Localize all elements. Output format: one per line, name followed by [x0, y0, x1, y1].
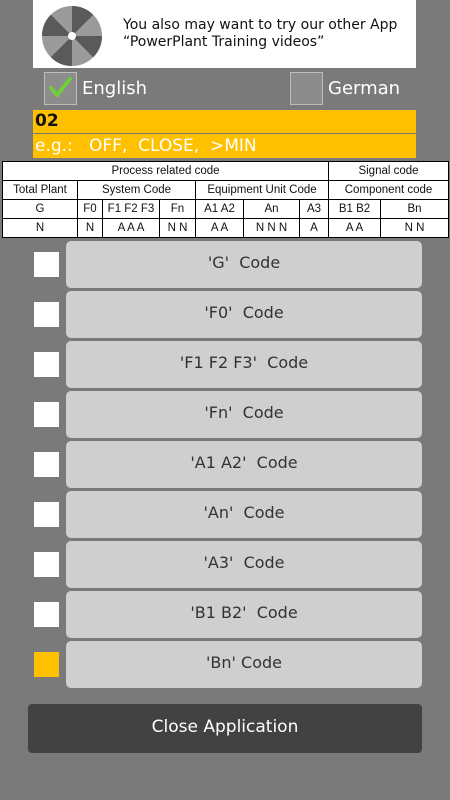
film-reel-icon: [42, 6, 102, 66]
b1b2-code-button[interactable]: 'B1 B2' Code: [66, 591, 422, 638]
type-cell: N N: [379, 218, 450, 238]
f0-code-button[interactable]: 'F0' Code: [66, 291, 422, 338]
letter-cell: Bn: [379, 199, 450, 219]
type-cell: A: [299, 218, 329, 238]
letter-cell: F0: [77, 199, 103, 219]
english-checkbox[interactable]: [44, 72, 77, 105]
letter-cell: A1 A2: [195, 199, 244, 219]
signal-code-header: Signal code: [327, 161, 450, 181]
code-option-f1f2f3: 'F1 F2 F3' Code: [0, 341, 450, 388]
kks-structure-table: Process related code Signal code Total P…: [2, 161, 450, 238]
b1b2-code-checkbox[interactable]: [34, 602, 59, 627]
letter-cell: G: [2, 199, 78, 219]
letter-cell: An: [243, 199, 300, 219]
type-cell: A A A: [102, 218, 160, 238]
close-application-button[interactable]: Close Application: [28, 704, 422, 753]
letter-cell: B1 B2: [328, 199, 381, 219]
equipment-code-header: Equipment Unit Code: [195, 180, 329, 200]
type-cell: A A: [328, 218, 381, 238]
letter-cell: A3: [299, 199, 329, 219]
a1a2-code-checkbox[interactable]: [34, 452, 59, 477]
promo-banner[interactable]: You also may want to try our other App “…: [33, 0, 416, 68]
letter-cell: Fn: [159, 199, 196, 219]
code-option-bn: 'Bn' Code: [0, 641, 450, 688]
checkmark-icon: [49, 77, 72, 97]
g-code-checkbox[interactable]: [34, 252, 59, 277]
code-option-an: 'An' Code: [0, 491, 450, 538]
f0-code-checkbox[interactable]: [34, 302, 59, 327]
an-code-button[interactable]: 'An' Code: [66, 491, 422, 538]
code-option-a3: 'A3' Code: [0, 541, 450, 588]
a3-code-checkbox[interactable]: [34, 552, 59, 577]
banner-line-2: “PowerPlant Training videos”: [123, 34, 325, 50]
code-option-fn: 'Fn' Code: [0, 391, 450, 438]
an-code-checkbox[interactable]: [34, 502, 59, 527]
component-code-header: Component code: [327, 180, 450, 200]
f1f2f3-code-button[interactable]: 'F1 F2 F3' Code: [66, 341, 422, 388]
language-english-option[interactable]: English: [44, 72, 204, 107]
a1a2-code-button[interactable]: 'A1 A2' Code: [66, 441, 422, 488]
type-cell: N: [2, 218, 78, 238]
f1f2f3-code-checkbox[interactable]: [34, 352, 59, 377]
fn-code-checkbox[interactable]: [34, 402, 59, 427]
process-related-header: Process related code: [2, 161, 329, 181]
bn-code-button[interactable]: 'Bn' Code: [66, 641, 422, 688]
code-value-display: 02: [33, 110, 416, 133]
a3-code-button[interactable]: 'A3' Code: [66, 541, 422, 588]
code-option-a1a2: 'A1 A2' Code: [0, 441, 450, 488]
german-label: German: [328, 78, 401, 99]
type-cell: A A: [195, 218, 244, 238]
type-cell: N: [77, 218, 103, 238]
type-cell: N N N: [243, 218, 300, 238]
banner-text: You also may want to try our other App “…: [123, 17, 397, 51]
english-label: English: [82, 78, 147, 99]
code-option-f0: 'F0' Code: [0, 291, 450, 338]
example-text: e.g.: OFF, CLOSE, >MIN: [33, 134, 416, 158]
code-option-b1b2: 'B1 B2' Code: [0, 591, 450, 638]
system-code-header: System Code: [77, 180, 196, 200]
code-option-g: 'G' Code: [0, 241, 450, 288]
german-checkbox[interactable]: [290, 72, 323, 105]
letter-cell: F1 F2 F3: [102, 199, 160, 219]
total-plant-header: Total Plant: [2, 180, 78, 200]
fn-code-button[interactable]: 'Fn' Code: [66, 391, 422, 438]
language-german-option[interactable]: German: [290, 72, 410, 107]
bn-code-checkbox[interactable]: [34, 652, 59, 677]
banner-line-1: You also may want to try our other App: [123, 17, 398, 33]
g-code-button[interactable]: 'G' Code: [66, 241, 422, 288]
type-cell: N N: [159, 218, 196, 238]
